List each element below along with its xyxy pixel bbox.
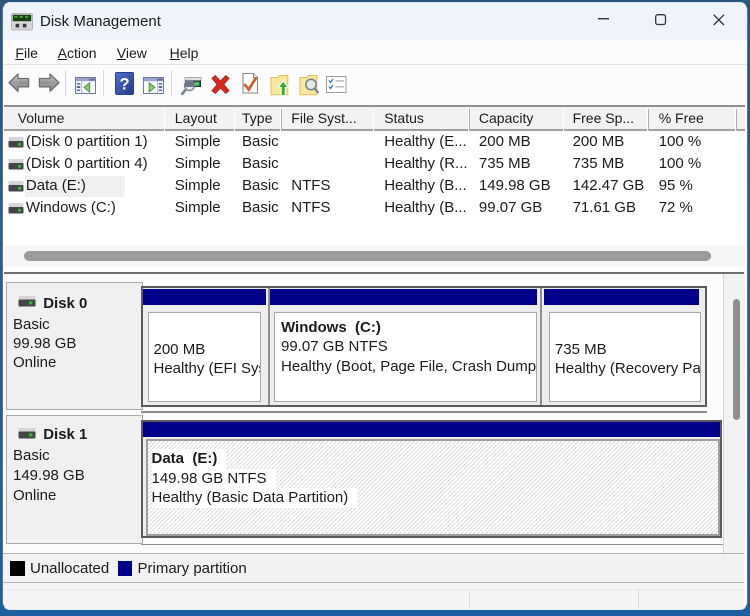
svg-text:?: ? [119, 76, 129, 94]
